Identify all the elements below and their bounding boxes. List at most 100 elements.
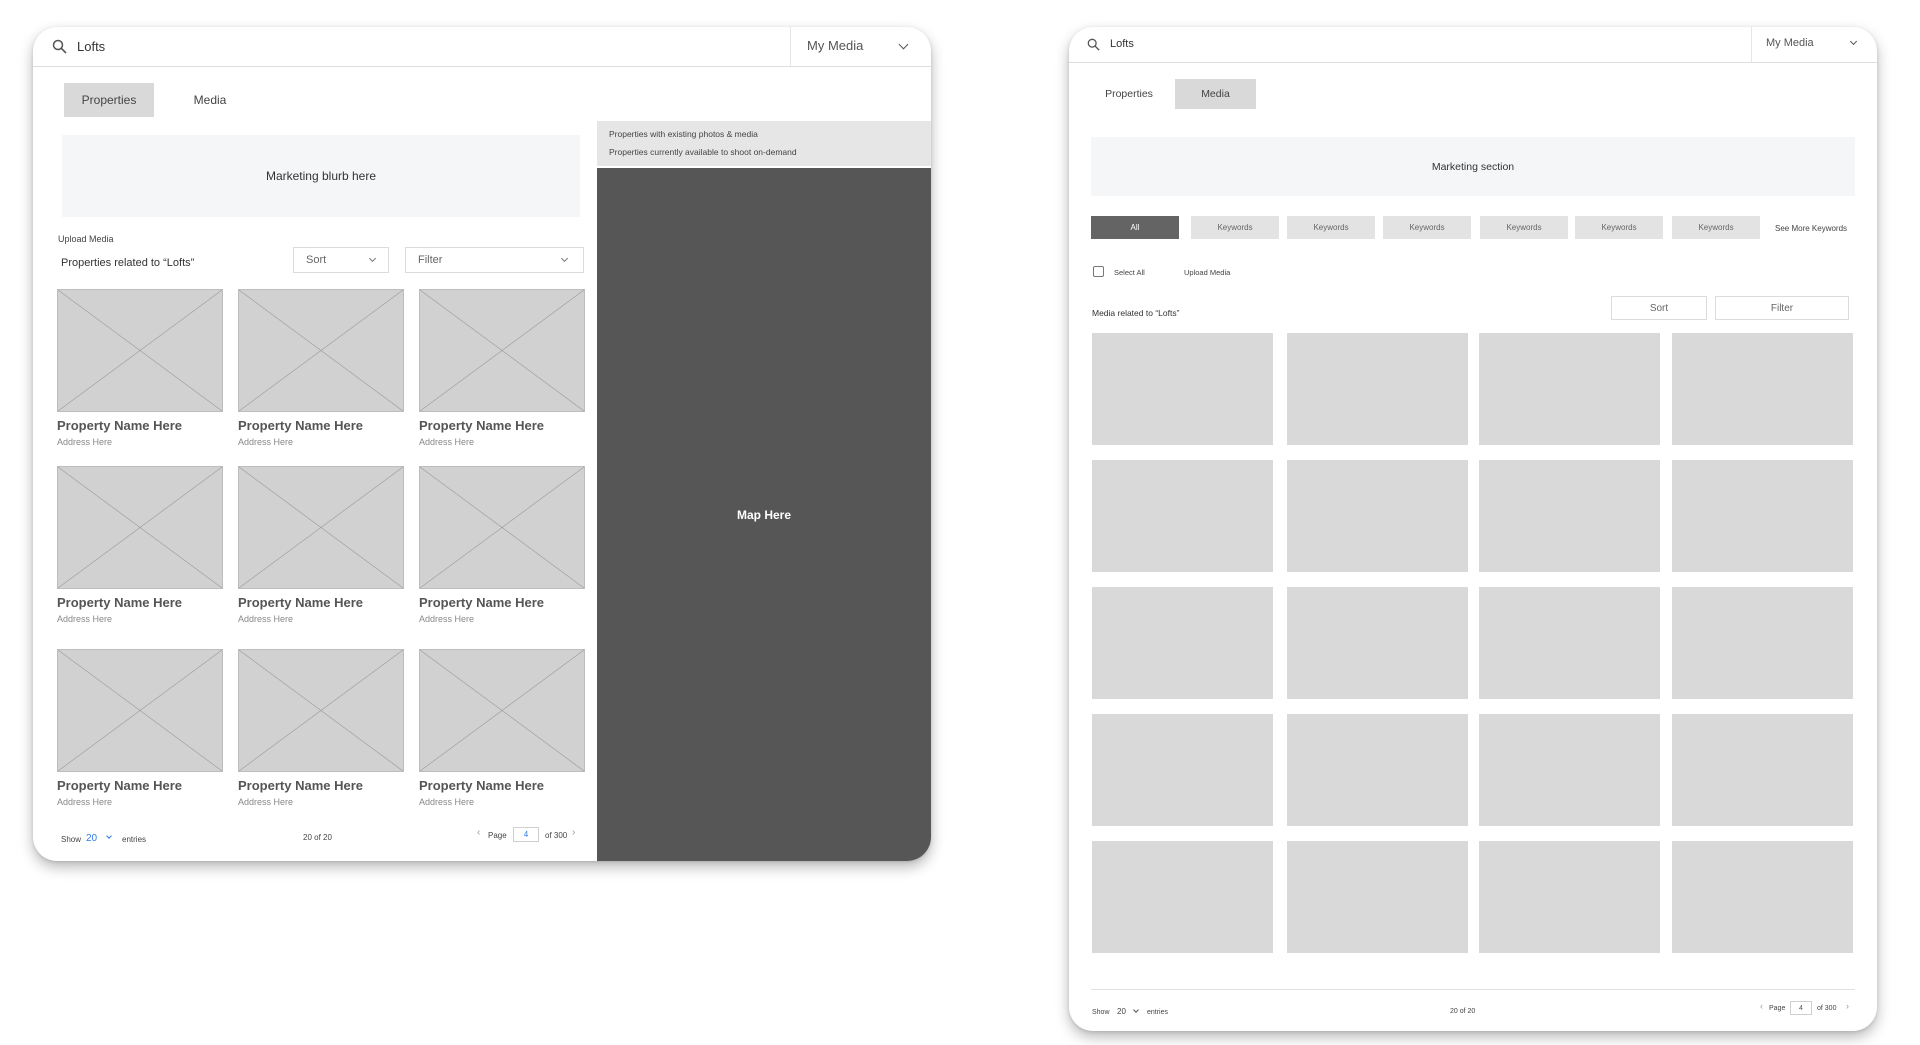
property-address: Address Here <box>57 614 113 624</box>
page-number-input[interactable]: 4 <box>513 827 539 842</box>
map-legend: Properties with existing photos & media … <box>597 121 931 166</box>
show-label: Show <box>61 835 82 844</box>
property-image-placeholder <box>57 466 223 589</box>
marketing-section-text: Marketing section <box>1431 160 1515 173</box>
media-tile[interactable] <box>1479 460 1660 572</box>
media-tile[interactable] <box>1287 587 1468 699</box>
chevron-right-icon[interactable]: › <box>572 827 575 838</box>
filter-label: Filter <box>418 254 443 266</box>
property-address: Address Here <box>57 437 113 447</box>
property-address: Address Here <box>238 797 294 807</box>
property-name: Property Name Here <box>57 418 182 433</box>
tab-media[interactable]: Media <box>165 83 255 117</box>
marketing-blurb: Marketing blurb here <box>62 135 580 217</box>
marketing-blurb-text: Marketing blurb here <box>265 169 377 183</box>
chevron-left-icon[interactable]: ‹ <box>477 827 480 838</box>
media-tile[interactable] <box>1672 333 1853 445</box>
media-tile[interactable] <box>1672 460 1853 572</box>
chevron-left-icon[interactable]: ‹ <box>1760 1001 1763 1011</box>
map-label: Map Here <box>736 507 792 522</box>
my-media-label: My Media <box>1766 37 1814 49</box>
filter-dropdown[interactable]: Filter <box>405 247 584 273</box>
chip-keyword[interactable]: Keywords <box>1575 216 1663 239</box>
media-tile[interactable] <box>1092 333 1273 445</box>
legend-item-existing: Properties with existing photos & media <box>609 129 758 139</box>
tab-properties[interactable]: Properties <box>64 83 154 117</box>
tab-media[interactable]: Media <box>1175 79 1256 109</box>
property-name: Property Name Here <box>57 778 182 793</box>
search-bar: My Media <box>1069 27 1877 63</box>
chevron-down-icon <box>368 254 377 263</box>
property-image-placeholder <box>57 289 223 412</box>
placeholder-cross-icon <box>58 467 222 588</box>
tab-properties[interactable]: Properties <box>1089 79 1169 109</box>
property-name: Property Name Here <box>419 595 544 610</box>
placeholder-cross-icon <box>420 650 584 771</box>
property-image-placeholder <box>238 289 404 412</box>
media-tile[interactable] <box>1479 587 1660 699</box>
filter-button[interactable]: Filter <box>1715 296 1849 320</box>
property-image-placeholder <box>419 466 585 589</box>
filter-label: Filter <box>1770 302 1794 314</box>
media-tile[interactable] <box>1092 587 1273 699</box>
chip-keyword[interactable]: Keywords <box>1480 216 1568 239</box>
media-screen: My Media Properties Media Marketing sect… <box>1069 27 1877 1031</box>
property-address: Address Here <box>57 797 113 807</box>
media-tile[interactable] <box>1287 841 1468 953</box>
chip-keyword[interactable]: Keywords <box>1672 216 1760 239</box>
select-all-checkbox[interactable] <box>1093 266 1104 277</box>
page-total: of 300 <box>545 831 568 840</box>
media-tile[interactable] <box>1092 460 1273 572</box>
property-address: Address Here <box>419 797 475 807</box>
media-tile[interactable] <box>1092 714 1273 826</box>
chevron-down-icon <box>1849 37 1858 46</box>
media-tile[interactable] <box>1672 587 1853 699</box>
placeholder-cross-icon <box>239 650 403 771</box>
page-size-select[interactable]: 20 <box>1117 1007 1126 1016</box>
property-name: Property Name Here <box>419 778 544 793</box>
search-bar: My Media <box>33 27 931 67</box>
chevron-right-icon[interactable]: › <box>1846 1001 1849 1011</box>
placeholder-cross-icon <box>58 650 222 771</box>
property-name: Property Name Here <box>238 595 363 610</box>
media-tile[interactable] <box>1672 714 1853 826</box>
property-image-placeholder <box>238 466 404 589</box>
media-tile[interactable] <box>1672 841 1853 953</box>
sort-dropdown[interactable]: Sort <box>293 247 389 273</box>
search-icon <box>1087 38 1100 51</box>
see-more-keywords-link[interactable]: See More Keywords <box>1775 224 1847 233</box>
upload-media-link[interactable]: Upload Media <box>58 234 114 244</box>
property-name: Property Name Here <box>238 778 363 793</box>
properties-screen: My Media Properties Media Marketing blur… <box>33 27 931 861</box>
placeholder-cross-icon <box>58 290 222 411</box>
upload-media-link[interactable]: Upload Media <box>1184 268 1230 277</box>
chevron-down-icon <box>560 254 569 263</box>
placeholder-cross-icon <box>239 467 403 588</box>
media-tile[interactable] <box>1479 333 1660 445</box>
property-address: Address Here <box>419 437 475 447</box>
search-input[interactable] <box>77 37 377 55</box>
chip-keyword[interactable]: Keywords <box>1383 216 1471 239</box>
my-media-dropdown[interactable]: My Media <box>1751 27 1877 62</box>
chip-all[interactable]: All <box>1091 216 1179 239</box>
media-tile[interactable] <box>1092 841 1273 953</box>
my-media-dropdown[interactable]: My Media <box>790 27 931 66</box>
chip-keyword[interactable]: Keywords <box>1191 216 1279 239</box>
sort-label: Sort <box>306 254 327 266</box>
search-input[interactable] <box>1110 36 1410 52</box>
chip-keyword[interactable]: Keywords <box>1287 216 1375 239</box>
property-address: Address Here <box>238 437 294 447</box>
media-tile[interactable] <box>1287 714 1468 826</box>
media-tile[interactable] <box>1287 460 1468 572</box>
property-address: Address Here <box>419 614 475 624</box>
map-area[interactable]: Map Here <box>597 168 931 861</box>
media-tile[interactable] <box>1287 333 1468 445</box>
results-heading: Properties related to “Lofts” <box>61 257 195 269</box>
results-count: 20 of 20 <box>1450 1008 1476 1015</box>
page-size-select[interactable]: 20 <box>86 833 97 844</box>
page-number-input[interactable]: 4 <box>1790 1001 1812 1015</box>
sort-button[interactable]: Sort <box>1611 296 1707 320</box>
media-tile[interactable] <box>1479 714 1660 826</box>
property-image-placeholder <box>419 649 585 772</box>
media-tile[interactable] <box>1479 841 1660 953</box>
